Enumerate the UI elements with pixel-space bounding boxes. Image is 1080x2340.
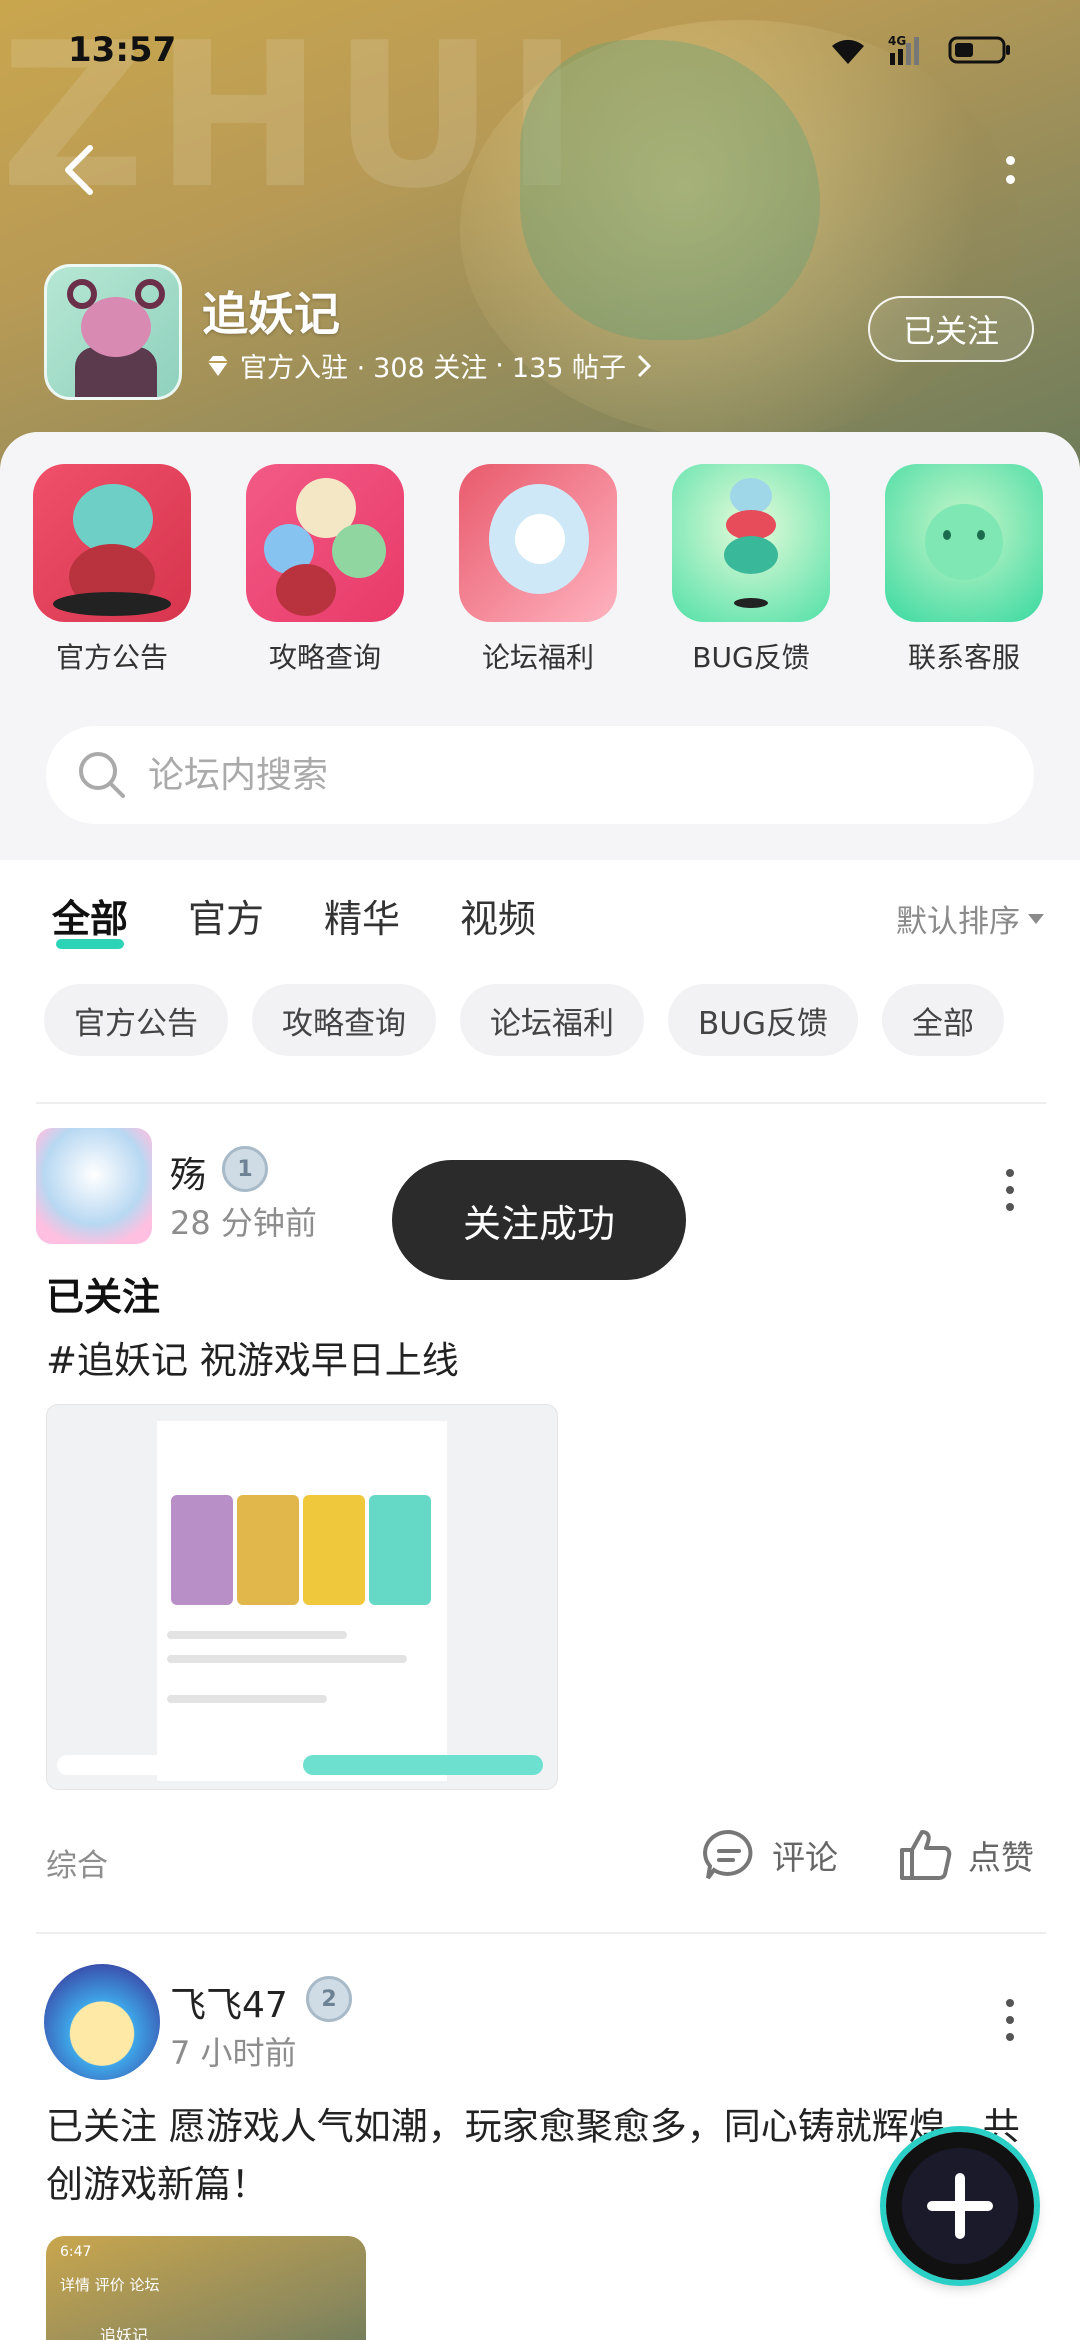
meta-separator: · — [495, 350, 504, 381]
quick-link-customer-service[interactable]: 联系客服 — [884, 464, 1044, 676]
level-badge: 2 — [306, 1976, 352, 2022]
chip-announcements[interactable]: 官方公告 — [44, 984, 228, 1056]
post-more-button[interactable] — [990, 1990, 1030, 2050]
guides-icon — [246, 464, 404, 622]
quick-link-forum-benefits[interactable]: 论坛福利 — [458, 464, 618, 676]
battery-icon — [948, 34, 1012, 66]
comment-label: 评论 — [772, 1838, 838, 1877]
status-time: 13:57 — [68, 30, 177, 70]
forum-search-bar[interactable] — [46, 726, 1034, 824]
meta-followers: 308 关注 — [373, 353, 488, 384]
quick-link-label: 攻略查询 — [268, 641, 381, 674]
like-button[interactable]: 点赞 — [896, 1826, 1034, 1884]
sort-dropdown[interactable]: 默认排序 — [896, 896, 1044, 941]
chevron-right-icon — [637, 354, 652, 377]
post-time: 7 小时前 — [170, 2034, 297, 2072]
game-meta[interactable]: 官方入驻 · 308 关注 · 135 帖子 — [204, 346, 654, 385]
avatar[interactable] — [36, 1128, 152, 1244]
thumb-time: 6:47 — [60, 2244, 92, 2260]
meta-posts: 135 帖子 — [511, 353, 627, 384]
plus-icon — [927, 2173, 993, 2239]
sort-label: 默认排序 — [896, 904, 1020, 940]
tab-video[interactable]: 视频 — [460, 888, 536, 943]
thumb-name: 追妖记 — [100, 2326, 149, 2340]
post-text[interactable]: 已关注 愿游戏人气如潮，玩家愈聚愈多，同心铸就辉煌，共创游戏新篇！ — [46, 2098, 1026, 2214]
quick-link-announcements[interactable]: 官方公告 — [32, 464, 192, 676]
caret-down-icon — [1028, 913, 1044, 924]
post-image[interactable]: 6:47 详情 评价 论坛 追妖记 — [46, 2236, 366, 2340]
post-more-button[interactable] — [990, 1160, 1030, 1220]
post-title[interactable]: 已关注 — [46, 1266, 160, 1321]
bug-report-icon — [672, 464, 830, 622]
tab-featured[interactable]: 精华 — [324, 888, 400, 943]
post-author[interactable]: 殇 — [170, 1146, 206, 1198]
svg-text:4G: 4G — [888, 34, 906, 48]
category-chips: 官方公告 攻略查询 论坛福利 BUG反馈 全部 — [44, 984, 1004, 1056]
feed-tabs: 全部 官方 精华 视频 — [52, 888, 536, 949]
announcement-icon — [33, 464, 191, 622]
chip-benefits[interactable]: 论坛福利 — [460, 984, 644, 1056]
search-icon — [79, 752, 125, 798]
post-time: 28 分钟前 — [170, 1204, 317, 1242]
chip-all[interactable]: 全部 — [881, 984, 1004, 1056]
back-button[interactable] — [50, 140, 110, 200]
quick-link-label: BUG反馈 — [692, 641, 810, 674]
diamond-icon — [208, 355, 228, 376]
comment-button[interactable]: 评论 — [700, 1826, 838, 1884]
toast-message: 关注成功 — [392, 1160, 686, 1280]
benefits-icon — [459, 464, 617, 622]
post-category[interactable]: 综合 — [46, 1840, 108, 1885]
chip-guides[interactable]: 攻略查询 — [252, 984, 436, 1056]
divider — [36, 1102, 1046, 1104]
quick-link-label: 官方公告 — [55, 641, 168, 674]
quick-link-label: 联系客服 — [907, 641, 1020, 674]
signal-icon: 4G — [886, 33, 930, 67]
thumb-tabs: 详情 评价 论坛 — [60, 2276, 160, 2294]
create-post-button[interactable] — [886, 2132, 1034, 2280]
wifi-icon — [828, 34, 868, 66]
customer-service-icon — [885, 464, 1043, 622]
like-icon — [900, 1830, 952, 1880]
search-input[interactable] — [148, 754, 1004, 796]
post-image[interactable] — [46, 1404, 558, 1790]
game-icon — [44, 264, 182, 400]
comment-icon — [703, 1829, 753, 1880]
avatar[interactable] — [44, 1964, 160, 2080]
tab-official[interactable]: 官方 — [188, 888, 264, 943]
chevron-left-icon — [65, 145, 93, 195]
followed-button[interactable]: 已关注 — [868, 296, 1034, 362]
more-menu-button[interactable] — [980, 140, 1040, 200]
game-title: 追妖记 — [202, 287, 340, 341]
tab-all[interactable]: 全部 — [52, 888, 128, 949]
like-label: 点赞 — [968, 1838, 1034, 1877]
chip-bug-report[interactable]: BUG反馈 — [668, 984, 858, 1056]
status-bar: 13:57 4G — [0, 0, 1080, 100]
quick-link-bug-report[interactable]: BUG反馈 — [671, 464, 831, 676]
quick-link-label: 论坛福利 — [481, 641, 594, 674]
meta-official: 官方入驻 · — [240, 353, 366, 384]
level-badge: 1 — [222, 1146, 268, 1192]
post-text[interactable]: #追妖记 祝游戏早日上线 — [46, 1330, 459, 1384]
quick-link-guides[interactable]: 攻略查询 — [245, 464, 405, 676]
divider — [36, 1932, 1046, 1934]
post-author[interactable]: 飞飞47 — [170, 1976, 288, 2028]
